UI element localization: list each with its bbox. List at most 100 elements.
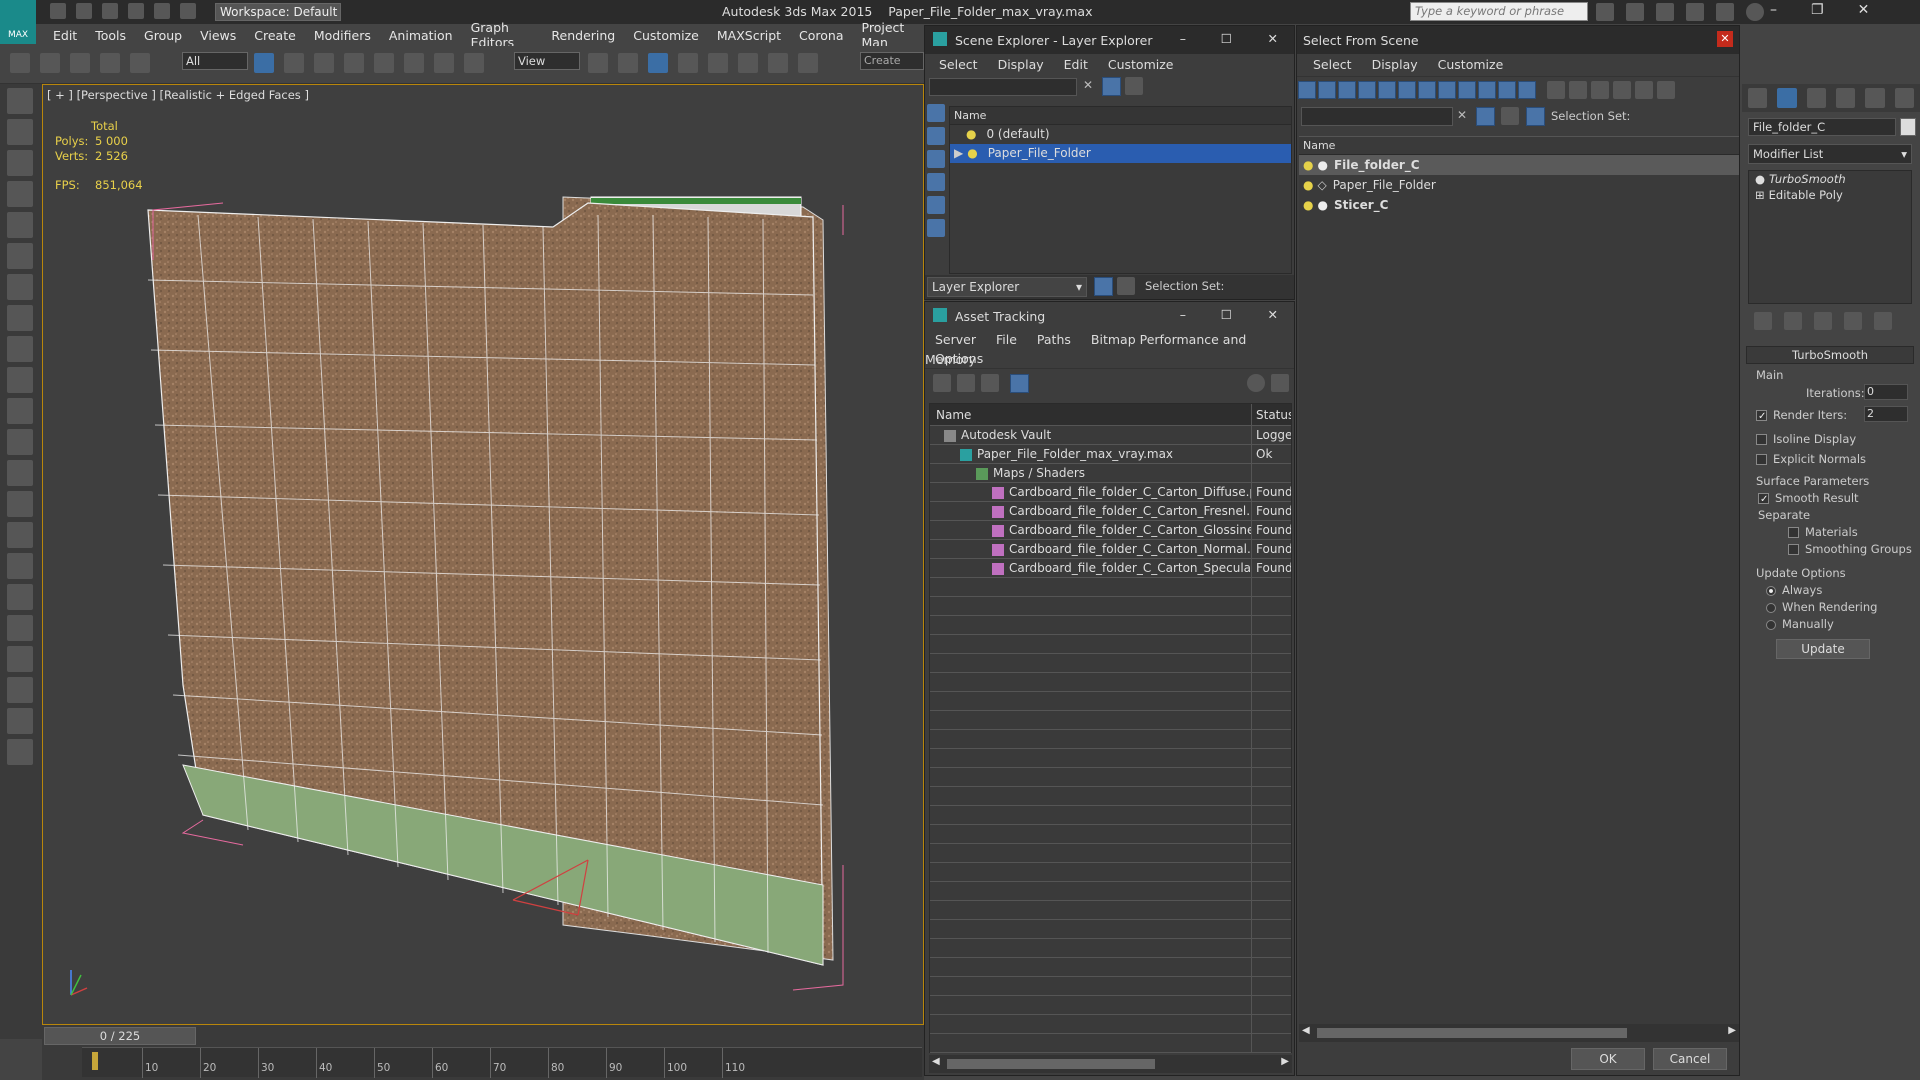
- menu-item-modifiers[interactable]: Modifiers: [305, 28, 380, 43]
- reload-icon[interactable]: [7, 491, 33, 517]
- select-horizontal-scrollbar[interactable]: ◀ ▶: [1299, 1024, 1739, 1042]
- materials-checkbox[interactable]: [1788, 527, 1799, 538]
- always-radio[interactable]: [1766, 585, 1776, 596]
- gear-icon[interactable]: [7, 522, 33, 548]
- selection-filter-dropdown[interactable]: All: [182, 52, 248, 70]
- stairs-icon[interactable]: [7, 460, 33, 486]
- workspace-dropdown[interactable]: Workspace: Default ▾: [215, 3, 341, 35]
- close-x-icon[interactable]: [1716, 3, 1734, 21]
- folder-model[interactable]: [43, 85, 923, 1024]
- scrollbar-thumb[interactable]: [1317, 1028, 1627, 1038]
- old-icon[interactable]: [7, 181, 33, 207]
- modifier-stack-item[interactable]: ⊞ Editable Poly: [1749, 187, 1911, 203]
- undo-icon[interactable]: [128, 3, 144, 19]
- display-all-icon[interactable]: [927, 127, 945, 145]
- geometry-filter-icon[interactable]: [927, 150, 945, 168]
- containers-filter-icon[interactable]: [1478, 81, 1496, 99]
- pin-stack-icon[interactable]: [1754, 312, 1772, 330]
- explicit-normals-checkbox[interactable]: [1756, 454, 1767, 465]
- hidden-filter-icon[interactable]: [1518, 81, 1536, 99]
- scrollbar-thumb[interactable]: [947, 1059, 1155, 1069]
- reference-coordinate-dropdown[interactable]: View: [514, 52, 580, 70]
- close-icon[interactable]: ✕: [1268, 307, 1278, 322]
- expand-arrow-icon[interactable]: ▶: [954, 146, 963, 160]
- object-row-selected[interactable]: ● ● File_folder_C: [1299, 155, 1739, 175]
- rotate-icon[interactable]: [7, 398, 33, 424]
- manually-radio[interactable]: [1766, 619, 1776, 630]
- xyz-icon[interactable]: [7, 367, 33, 393]
- edit-named-selection-icon[interactable]: [798, 53, 818, 73]
- named-selection-input[interactable]: Create Selec: [860, 52, 924, 70]
- menu-item-display[interactable]: Display: [988, 57, 1054, 72]
- smoothing-groups-checkbox[interactable]: [1788, 544, 1799, 555]
- select-search-input[interactable]: [1301, 107, 1453, 126]
- percent-snap-icon[interactable]: [738, 53, 758, 73]
- asset-row[interactable]: Autodesk Vault Logged: [930, 426, 1291, 445]
- trackbar[interactable]: 10 20 30 40 50 60 70 80 90 100 110: [82, 1047, 922, 1078]
- menu-item-edit[interactable]: Edit: [44, 28, 86, 43]
- menu-item-customize[interactable]: Customize: [1428, 57, 1514, 72]
- move-icon[interactable]: [374, 53, 394, 73]
- filter-icon[interactable]: [1102, 77, 1121, 96]
- render-icon[interactable]: [7, 615, 33, 641]
- menu-item-options[interactable]: Options: [925, 351, 993, 366]
- scripts-icon[interactable]: [7, 739, 33, 765]
- smooth-result-checkbox[interactable]: [1758, 493, 1769, 504]
- expand-filter-icon[interactable]: [1657, 81, 1675, 99]
- rocks-icon[interactable]: [7, 150, 33, 176]
- rps-icon[interactable]: [7, 88, 33, 114]
- layer-row[interactable]: ● 0 (default): [950, 125, 1291, 144]
- menu-item-select[interactable]: Select: [1303, 57, 1362, 72]
- groups-filter-icon[interactable]: [1418, 81, 1436, 99]
- frozen-filter-icon[interactable]: [1498, 81, 1516, 99]
- menu-item-customize[interactable]: Customize: [1098, 57, 1184, 72]
- hierarchy-icon[interactable]: [1526, 107, 1545, 126]
- light-bulb-icon[interactable]: ●: [967, 146, 977, 160]
- menu-item-animation[interactable]: Animation: [380, 28, 462, 43]
- exchange-icon[interactable]: [1656, 3, 1674, 21]
- pivot-center-icon[interactable]: [588, 53, 608, 73]
- hierarchy-tab-icon[interactable]: [1806, 88, 1826, 108]
- layer-column-header[interactable]: Name: [950, 107, 1291, 125]
- scene-explorer-search-input[interactable]: [929, 78, 1077, 96]
- open-file-icon[interactable]: [76, 3, 92, 19]
- light-bulb-icon[interactable]: ●: [1303, 178, 1313, 192]
- asset-row[interactable]: Maps / Shaders: [930, 464, 1291, 483]
- explorer-type-dropdown[interactable]: Layer Explorer ▾: [927, 277, 1087, 297]
- menu-item-create[interactable]: Create: [245, 28, 305, 43]
- light-bulb-icon[interactable]: ●: [1303, 158, 1313, 172]
- menu-item-corona[interactable]: Corona: [790, 28, 852, 43]
- refresh-icon[interactable]: [933, 374, 951, 392]
- clear-search-icon[interactable]: ✕: [1083, 78, 1093, 92]
- update-button[interactable]: Update: [1776, 639, 1870, 659]
- asset-row[interactable]: Cardboard_file_folder_C_Carton_Fresnel.p…: [930, 502, 1291, 521]
- expand-icon[interactable]: ⊞: [1755, 188, 1765, 202]
- menu-item-file[interactable]: File: [986, 332, 1027, 347]
- project-folder-icon[interactable]: [180, 3, 196, 19]
- bones-filter-icon[interactable]: [1458, 81, 1476, 99]
- display-tab-icon[interactable]: [1865, 88, 1885, 108]
- object-list-header[interactable]: Name: [1299, 137, 1739, 155]
- minimize-icon[interactable]: –: [1770, 2, 1777, 18]
- rollout-header[interactable]: TurboSmooth: [1746, 346, 1914, 364]
- cancel-button[interactable]: Cancel: [1653, 1048, 1727, 1070]
- object-row[interactable]: ● ◇ Paper_File_Folder: [1299, 175, 1739, 195]
- menu-item-views[interactable]: Views: [191, 28, 245, 43]
- lights-filter-icon[interactable]: [927, 196, 945, 214]
- maximize-icon[interactable]: ☐: [1221, 31, 1232, 46]
- find-icon[interactable]: [1125, 77, 1143, 95]
- modifier-stack-item[interactable]: ● TurboSmooth: [1749, 171, 1911, 187]
- lights-filter-icon[interactable]: [1338, 81, 1356, 99]
- settings-icon[interactable]: [1271, 374, 1289, 392]
- paint-icon[interactable]: [7, 243, 33, 269]
- create-tab-icon[interactable]: [1748, 88, 1768, 108]
- help-icon[interactable]: [1746, 3, 1764, 21]
- help-icon[interactable]: [1247, 374, 1265, 392]
- thumbnail-view-icon[interactable]: [981, 374, 999, 392]
- menu-item-maxscript[interactable]: MAXScript: [708, 28, 790, 43]
- isoline-display-checkbox[interactable]: [1756, 434, 1767, 445]
- menu-item-tools[interactable]: Tools: [86, 28, 135, 43]
- object-color-swatch[interactable]: [1900, 118, 1916, 136]
- bubbles-icon[interactable]: [7, 429, 33, 455]
- cameras-filter-icon[interactable]: [1358, 81, 1376, 99]
